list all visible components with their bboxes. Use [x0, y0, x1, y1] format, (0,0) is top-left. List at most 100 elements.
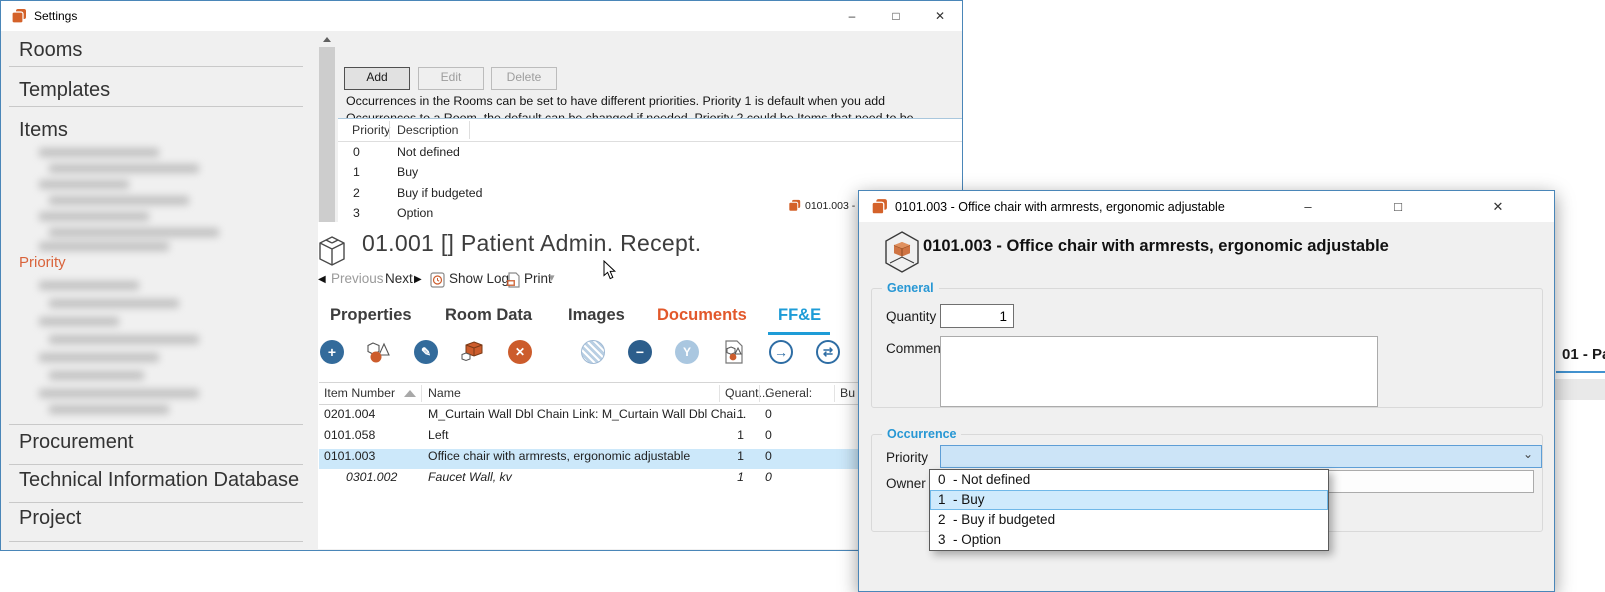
priority-combobox[interactable]: 0 - Not defined ⌄	[940, 445, 1542, 468]
tab-documents[interactable]: Documents	[657, 306, 747, 325]
add-button[interactable]: Add	[344, 67, 410, 90]
dropdown-option-highlighted[interactable]: 1 - Buy	[930, 490, 1328, 510]
quantity-field[interactable]	[940, 304, 1014, 328]
column-header-quantity[interactable]: Quant...	[725, 386, 769, 400]
general-cell: 0	[765, 470, 772, 484]
column-header-budget[interactable]: Bu	[840, 386, 855, 400]
divider	[9, 106, 303, 107]
remove-occurrence-icon[interactable]: −	[628, 340, 652, 364]
quantity-label: Quantity	[886, 309, 936, 324]
minimize-button[interactable]: –	[1278, 191, 1338, 222]
divider	[9, 464, 303, 465]
priority-table-header: Priority Description	[338, 119, 962, 142]
maximize-button[interactable]: □	[874, 1, 918, 31]
close-button[interactable]: ✕	[918, 1, 962, 31]
dropdown-option[interactable]: 2 - Buy if budgeted	[930, 510, 1328, 530]
close-button[interactable]: ✕	[1468, 191, 1528, 222]
delete-button[interactable]: Delete	[491, 67, 557, 90]
priority-cell: 0	[353, 145, 360, 159]
occurrence-dialog: 0101.003 - Office chair with armrests, e…	[858, 190, 1555, 592]
occurrence-legend: Occurrence	[882, 427, 961, 441]
edit-occurrence-icon[interactable]: ✎	[414, 340, 438, 364]
column-header-name[interactable]: Name	[428, 386, 461, 400]
delete-occurrence-icon[interactable]: ✕	[508, 340, 532, 364]
toolbar-band	[1555, 379, 1605, 400]
item-shapes-icon[interactable]	[367, 340, 391, 364]
column-divider	[421, 385, 422, 402]
quantity-cell: 1	[709, 449, 744, 463]
name-cell: Left	[428, 428, 449, 442]
minimize-button[interactable]: –	[830, 1, 874, 31]
table-row[interactable]: 0 Not defined	[338, 145, 962, 165]
maximize-button[interactable]: □	[1368, 191, 1428, 222]
scroll-up-icon[interactable]	[319, 31, 335, 47]
divider	[1556, 371, 1605, 373]
dropdown-option[interactable]: 0 - Not defined	[930, 470, 1328, 490]
divider	[9, 502, 303, 503]
show-log-button[interactable]: Show Log	[449, 271, 509, 286]
goto-next-occurrence-icon[interactable]: →	[769, 340, 793, 364]
quantity-cell: 1	[709, 428, 744, 442]
redacted-text-block	[39, 146, 239, 254]
description-cell: Not defined	[397, 145, 460, 159]
settings-sidebar: Rooms Templates Items Priority Procureme	[1, 31, 319, 550]
description-cell: Buy if budgeted	[397, 186, 482, 200]
column-divider	[389, 121, 390, 139]
sidebar-item-project[interactable]: Project	[19, 507, 81, 530]
priority-label: Priority	[886, 450, 928, 465]
scrollbar-thumb[interactable]	[319, 47, 335, 223]
next-button[interactable]: Next	[385, 271, 413, 286]
tab-room-data[interactable]: Room Data	[445, 306, 532, 325]
divider	[9, 424, 303, 425]
vertical-scrollbar[interactable]	[319, 31, 335, 223]
dialog-titlebar: 0101.003 - Office chair with armrests, e…	[859, 191, 1554, 222]
divider	[9, 541, 303, 542]
sidebar-item-procurement[interactable]: Procurement	[19, 431, 134, 454]
sync-occurrence-icon[interactable]: ⇄	[816, 340, 840, 364]
item-number-cell: 0301.002	[346, 470, 397, 484]
room-title: 01.001 [] Patient Admin. Recept.	[362, 230, 701, 257]
print-dropdown-caret-icon[interactable]: ▾	[549, 271, 555, 284]
column-divider	[759, 385, 760, 402]
print-icon	[506, 272, 521, 288]
app-logo-icon	[788, 199, 801, 212]
previous-button[interactable]: Previous	[331, 271, 384, 286]
sidebar-item-technical-information-database[interactable]: Technical Information Database	[19, 469, 299, 492]
table-row[interactable]: 1 Buy	[338, 165, 962, 185]
mouse-cursor	[603, 260, 616, 280]
dialog-title: 0101.003 - Office chair with armrests, e…	[895, 200, 1225, 214]
app-logo-icon	[11, 8, 27, 24]
dropdown-option[interactable]: 3 - Option	[930, 530, 1328, 550]
chevron-down-icon: ⌄	[1523, 444, 1533, 465]
column-header-priority[interactable]: Priority	[352, 123, 390, 137]
column-header-general[interactable]: General:	[765, 386, 812, 400]
tab-ffe[interactable]: FF&E	[778, 306, 821, 325]
sidebar-item-templates[interactable]: Templates	[19, 79, 110, 102]
column-header-item-number[interactable]: Item Number	[324, 386, 395, 400]
description-cell: Buy	[397, 165, 418, 179]
column-divider	[834, 385, 835, 402]
item-hexagon-icon	[883, 230, 921, 274]
name-cell: Office chair with armrests, ergonomic ad…	[428, 449, 690, 463]
previous-arrow-icon: ◀	[318, 274, 326, 285]
general-legend: General	[882, 281, 939, 295]
description-cell: Option	[397, 206, 433, 220]
item-report-icon[interactable]	[722, 340, 746, 364]
print-button[interactable]: Print	[524, 271, 552, 286]
sidebar-item-items[interactable]: Items	[19, 119, 68, 142]
general-cell: 0	[765, 449, 772, 463]
room-icon	[318, 235, 346, 267]
copy-item-icon[interactable]	[461, 340, 485, 364]
tab-properties[interactable]: Properties	[330, 306, 412, 325]
redacted-text-block	[39, 279, 239, 419]
sidebar-item-priority[interactable]: Priority	[19, 254, 66, 271]
background-window-titlebar-fragment: 0101.003 - Off	[783, 190, 859, 221]
column-header-description[interactable]: Description	[397, 123, 459, 137]
add-occurrence-icon[interactable]: +	[320, 340, 344, 364]
sidebar-item-rooms[interactable]: Rooms	[19, 39, 82, 62]
comment-field[interactable]	[940, 336, 1378, 407]
hatched-circle-icon	[581, 340, 605, 364]
tab-images[interactable]: Images	[568, 306, 625, 325]
edit-button[interactable]: Edit	[418, 67, 484, 90]
item-number-cell: 0101.058	[324, 428, 375, 442]
